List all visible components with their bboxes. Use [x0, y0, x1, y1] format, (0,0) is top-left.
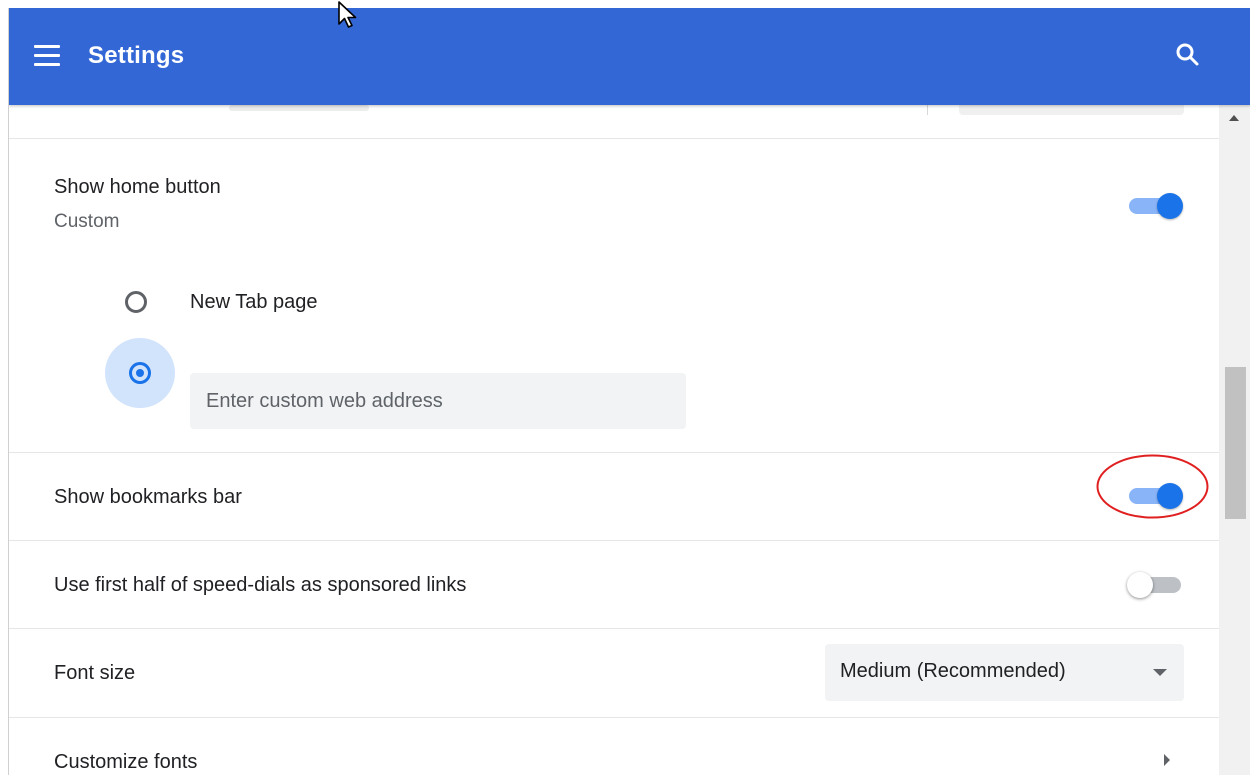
page-title: Settings — [88, 42, 185, 69]
font-size-label: Font size — [54, 662, 136, 684]
sponsored-links-toggle[interactable] — [1127, 571, 1185, 598]
font-size-select[interactable]: Medium (Recommended) — [825, 644, 1184, 701]
hamburger-menu-icon[interactable] — [34, 45, 60, 67]
toggle-knob — [1157, 193, 1183, 219]
settings-content: Show home button Custom New Tab page Sho… — [9, 105, 1219, 775]
home-button-section: Show home button Custom New Tab page — [9, 138, 1219, 453]
chevron-right-icon — [1164, 754, 1170, 766]
toggle-knob — [1127, 572, 1153, 598]
partially-hidden-text — [229, 105, 369, 111]
radio-dot — [136, 369, 144, 377]
font-size-row: Font size Medium (Recommended) — [9, 629, 1219, 718]
radio-new-tab-page[interactable] — [125, 291, 147, 313]
radio-unchecked-icon — [125, 291, 147, 313]
search-icon[interactable] — [1175, 42, 1201, 68]
toggle-knob — [1157, 483, 1183, 509]
vertical-scrollbar[interactable] — [1219, 105, 1250, 775]
partially-hidden-row — [9, 105, 1219, 139]
custom-web-address-input[interactable] — [190, 373, 686, 429]
partially-hidden-field — [959, 105, 1184, 115]
home-button-label: Show home button — [54, 176, 221, 198]
dropdown-arrow-icon — [1153, 669, 1167, 676]
home-button-sublabel: Custom — [54, 211, 120, 232]
bookmarks-bar-row: Show bookmarks bar — [9, 453, 1219, 541]
divider — [927, 105, 928, 115]
mouse-cursor-icon — [338, 1, 357, 28]
bookmarks-bar-toggle[interactable] — [1127, 482, 1185, 509]
scrollbar-thumb[interactable] — [1225, 367, 1246, 519]
scroll-up-arrow-icon[interactable] — [1229, 115, 1239, 121]
bookmarks-bar-label: Show bookmarks bar — [54, 486, 242, 508]
customize-fonts-label: Customize fonts — [54, 751, 198, 773]
radio-checked-icon — [129, 362, 151, 384]
font-size-selected-value: Medium (Recommended) — [840, 660, 1066, 682]
sponsored-links-row: Use first half of speed-dials as sponsor… — [9, 541, 1219, 629]
settings-window: Settings Show home button Custom New Tab… — [8, 8, 1250, 775]
radio-new-tab-page-label: New Tab page — [190, 291, 318, 313]
customize-fonts-row[interactable]: Customize fonts — [9, 718, 1219, 775]
radio-custom-address[interactable] — [129, 362, 151, 384]
settings-toolbar: Settings — [9, 8, 1250, 105]
sponsored-links-label: Use first half of speed-dials as sponsor… — [54, 574, 467, 596]
home-button-toggle[interactable] — [1127, 192, 1185, 219]
